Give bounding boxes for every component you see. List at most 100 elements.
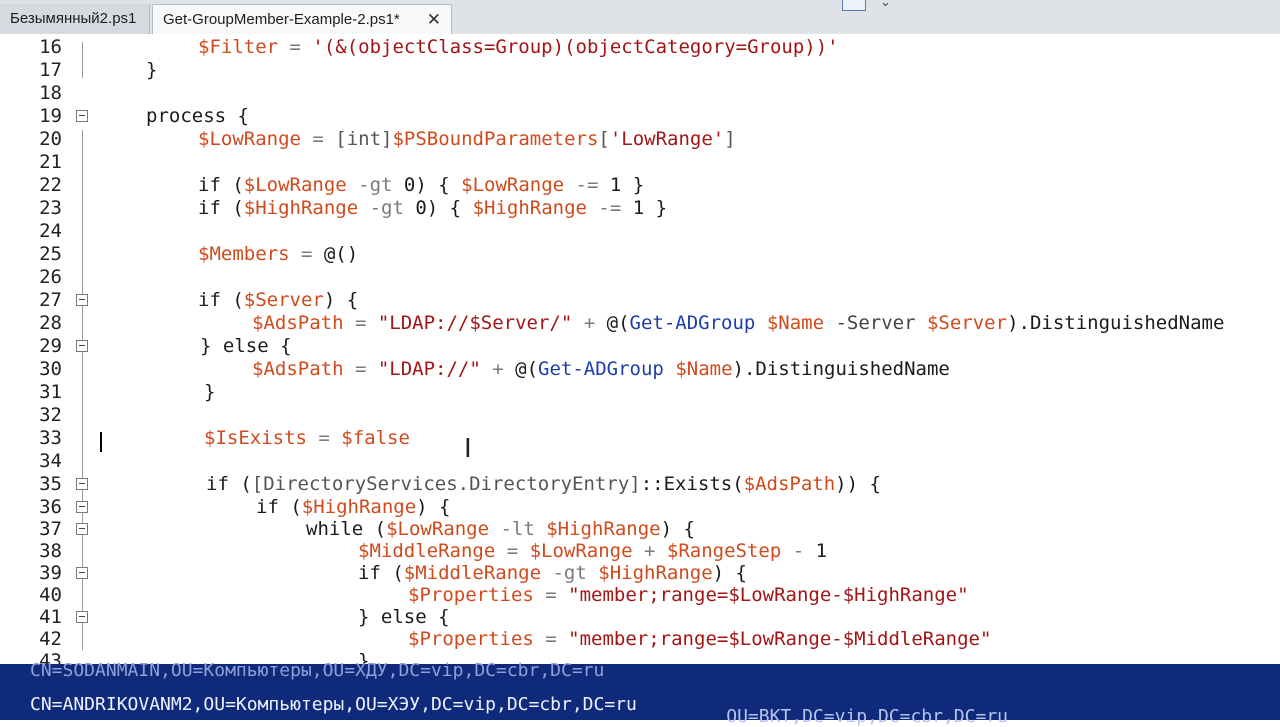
- code-token: if (: [206, 473, 252, 495]
- line-number: 41: [39, 606, 62, 628]
- toolbar-button-icon[interactable]: [842, 0, 866, 11]
- code-line[interactable]: if ($MiddleRange -gt $HighRange) {: [358, 562, 747, 584]
- console-output-line: CN=SODANMAIN,OU=Компьютеры,OU=ХДУ,DC=vip…: [30, 660, 605, 681]
- line-number: 34: [39, 450, 62, 472]
- line-number: 18: [39, 82, 62, 104]
- code-token: Get-ADGroup: [629, 312, 756, 334]
- line-number: 27: [39, 289, 62, 311]
- line-number: 21: [39, 151, 62, 173]
- code-token: process {: [146, 105, 249, 127]
- code-line[interactable]: }: [204, 381, 215, 403]
- collapse-icon[interactable]: [76, 501, 88, 513]
- code-token: $Name: [675, 358, 733, 380]
- code-token: if (: [198, 174, 244, 196]
- code-token: ) {: [416, 496, 451, 518]
- code-token: -gt: [358, 197, 416, 219]
- code-token: $Name: [766, 312, 825, 334]
- fold-guide: [82, 42, 83, 78]
- code-token: '(&(objectClass=Group)(objectCategory=Gr…: [312, 36, 839, 58]
- code-token: $HighRange: [243, 197, 359, 219]
- code-token: $LowRange: [243, 174, 347, 196]
- code-line[interactable]: $AdsPath = "LDAP://" + @(Get-ADGroup $Na…: [252, 358, 950, 380]
- line-number: 36: [39, 496, 62, 518]
- code-line[interactable]: $Properties = "member;range=$LowRange-$H…: [408, 584, 969, 606]
- code-token: 1 }: [632, 197, 668, 219]
- code-token: =: [343, 358, 378, 380]
- code-token: Get-ADGroup: [538, 358, 664, 380]
- code-line[interactable]: if ($LowRange -gt 0) { $LowRange -= 1 }: [198, 174, 644, 196]
- code-line[interactable]: $AdsPath = "LDAP://$Server/" + @(Get-ADG…: [252, 312, 1224, 334]
- code-token: =: [343, 312, 378, 334]
- code-line[interactable]: if ([DirectoryServices.DirectoryEntry]::…: [206, 473, 881, 495]
- code-token: =: [533, 584, 569, 606]
- code-token: =: [278, 36, 313, 58]
- code-token: }: [204, 381, 216, 403]
- console-output-line: OU=ВКТ,DC=vip,DC=cbr,DC=ru: [726, 706, 1008, 727]
- collapse-icon[interactable]: [76, 567, 88, 579]
- line-number: 24: [39, 220, 62, 242]
- code-line[interactable]: $MiddleRange = $LowRange + $RangeStep - …: [358, 540, 827, 562]
- script-editor[interactable]: 16 17 18 19 20 21 22 23 24 25 26 27 28 29 30 31 32 33 34 35…: [0, 34, 1280, 672]
- code-line[interactable]: process {: [146, 105, 249, 127]
- collapse-icon[interactable]: [76, 478, 88, 490]
- code-token: +: [632, 540, 667, 562]
- collapse-icon[interactable]: [76, 611, 88, 623]
- code-token: =: [495, 540, 530, 562]
- tab-get-groupmember-example[interactable]: Get-GroupMember-Example-2.ps1* ✕: [152, 4, 452, 34]
- code-token: $LowRange: [529, 540, 633, 562]
- chevron-down-icon[interactable]: ⌄: [880, 0, 891, 10]
- code-token: ).DistinguishedName: [732, 358, 950, 380]
- collapse-icon[interactable]: [76, 294, 88, 306]
- code-token: $LowRange: [461, 174, 565, 196]
- code-line[interactable]: }: [146, 59, 157, 81]
- line-number: 39: [39, 562, 62, 584]
- code-token: +: [480, 358, 516, 380]
- code-line[interactable]: $Filter = '(&(objectClass=Group)(objectC…: [198, 36, 839, 58]
- close-icon[interactable]: ✕: [427, 5, 441, 35]
- console-pane[interactable]: CN=SODANMAIN,OU=Компьютеры,OU=ХДУ,DC=vip…: [0, 660, 1280, 727]
- code-token: $HighRange: [301, 496, 417, 518]
- tab-bar: Безымянный2.ps1 Get-GroupMember-Example-…: [0, 0, 1280, 35]
- collapse-icon[interactable]: [76, 110, 88, 122]
- code-token: $LowRange: [386, 518, 490, 540]
- code-line[interactable]: $IsExists = $false: [204, 427, 410, 449]
- code-line[interactable]: if ($Server) {: [198, 289, 358, 311]
- code-line[interactable]: if ($HighRange) {: [256, 496, 450, 518]
- code-token: $RangeStep: [666, 540, 782, 562]
- code-token: 'LowRange': [609, 128, 725, 150]
- code-token: [int]: [335, 128, 393, 150]
- code-token: -gt: [346, 174, 404, 196]
- code-token: ) {: [660, 518, 695, 540]
- code-token: $Properties: [408, 584, 534, 606]
- tab-untitled2[interactable]: Безымянный2.ps1: [0, 4, 150, 34]
- code-token: $HighRange: [546, 518, 661, 540]
- code-token: "LDAP://$Server/": [377, 312, 573, 334]
- code-line[interactable]: $Properties = "member;range=$LowRange-$M…: [408, 628, 991, 650]
- code-token: -lt: [489, 518, 547, 540]
- code-token: ]: [724, 128, 736, 150]
- code-line[interactable]: $Members = @(): [198, 243, 358, 265]
- line-number: 35: [39, 473, 62, 495]
- code-token: -Server: [824, 312, 927, 334]
- line-number: 17: [39, 59, 62, 81]
- code-line[interactable]: } else {: [200, 335, 292, 357]
- code-token: 0) {: [415, 197, 473, 219]
- code-line[interactable]: while ($LowRange -lt $HighRange) {: [306, 518, 695, 540]
- code-token: ::Exists(: [640, 473, 744, 495]
- code-line[interactable]: $LowRange = [int]$PSBoundParameters['Low…: [198, 128, 736, 150]
- line-number: 30: [39, 358, 62, 380]
- code-token: =: [289, 243, 324, 265]
- code-token: }: [146, 59, 158, 81]
- code-token: ).DistinguishedName: [1007, 312, 1225, 334]
- code-line[interactable]: } else {: [358, 606, 450, 628]
- code-token: "member;range=$LowRange-$MiddleRange": [568, 628, 992, 650]
- code-token: $MiddleRange: [358, 540, 496, 562]
- code-token: ) {: [323, 289, 359, 311]
- code-token: )) {: [835, 473, 881, 495]
- code-token: [: [598, 128, 610, 150]
- code-token: $IsExists: [204, 427, 307, 449]
- code-line[interactable]: if ($HighRange -gt 0) { $HighRange -= 1 …: [198, 197, 667, 219]
- collapse-icon[interactable]: [76, 340, 88, 352]
- collapse-icon[interactable]: [76, 523, 88, 535]
